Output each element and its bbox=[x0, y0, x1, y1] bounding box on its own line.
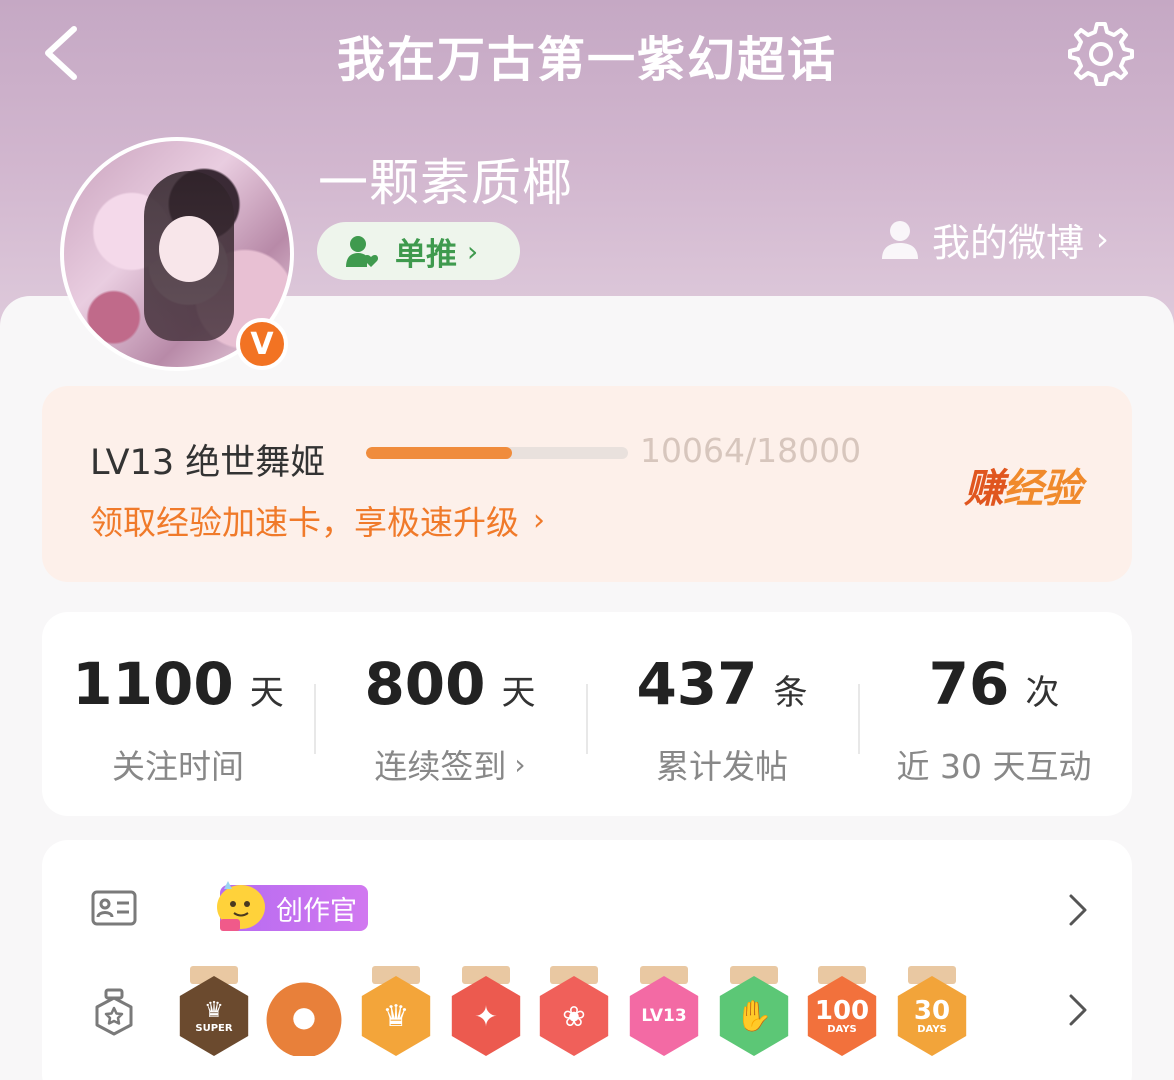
creator-tag[interactable]: 创作官 bbox=[217, 881, 368, 931]
stats-panel: 1100 天 关注时间 800 天 连续签到 › 437 条 累计发帖 76 次… bbox=[42, 612, 1132, 816]
medal-orange-mascot[interactable]: ● bbox=[266, 966, 342, 1056]
medal-2: ♛ bbox=[361, 976, 431, 1056]
level-panel[interactable]: LV13 绝世舞姬 10064/18000 领取经验加速卡，享极速升级 › 赚经… bbox=[42, 386, 1132, 582]
medal-5: LV13 bbox=[629, 976, 699, 1056]
settings-button[interactable] bbox=[1060, 14, 1138, 92]
creator-tag-label: 创作官 bbox=[276, 895, 357, 927]
exp-boost-label: 领取经验加速卡，享极速升级 bbox=[90, 503, 519, 542]
stat-value: 800 bbox=[364, 650, 486, 718]
level-name: LV13 绝世舞姬 bbox=[90, 443, 326, 483]
my-weibo-link[interactable]: 我的微博 › bbox=[878, 212, 1109, 266]
stat-interactions: 76 次 近 30 天互动 bbox=[858, 612, 1130, 816]
username: 一颗素质椰 bbox=[318, 154, 573, 212]
stat-unit: 次 bbox=[1025, 673, 1060, 713]
page-title: 我在万古第一紫幻超话 bbox=[336, 32, 837, 88]
medal-cat-red[interactable]: ❀ bbox=[536, 966, 612, 1056]
stat-label: 连续签到 bbox=[374, 747, 507, 786]
medal-6: ✋ bbox=[719, 976, 789, 1056]
exp-value: 10064/18000 bbox=[640, 431, 862, 470]
stat-unit: 天 bbox=[249, 673, 284, 713]
medal-icon bbox=[95, 988, 133, 1036]
exp-progress-bar bbox=[366, 447, 628, 459]
single-push-label: 单推 bbox=[395, 236, 457, 273]
medal-super-crown[interactable]: ♛ SUPER bbox=[176, 966, 252, 1056]
stat-unit: 天 bbox=[501, 673, 536, 713]
chevron-right-icon[interactable] bbox=[1062, 890, 1092, 930]
chevron-right-icon: › bbox=[514, 747, 526, 781]
stat-value: 437 bbox=[636, 650, 758, 718]
stat-value: 76 bbox=[928, 650, 1010, 718]
stat-value: 1100 bbox=[72, 650, 234, 718]
medal-100-days[interactable]: 100 DAYS bbox=[804, 966, 880, 1056]
stat-follow-time: 1100 天 关注时间 bbox=[42, 612, 314, 816]
exp-progress-fill bbox=[366, 447, 513, 459]
medal-4: ❀ bbox=[539, 976, 609, 1056]
user-icon bbox=[882, 221, 918, 259]
user-heart-icon bbox=[346, 236, 379, 267]
medal-8: 30 DAYS bbox=[897, 976, 967, 1056]
badges-panel: 创作官 ♛ SUPER ● ♛ ✦ ❀ LV13 ✋ 100 DAYS 30 D… bbox=[42, 840, 1132, 1080]
stat-checkin[interactable]: 800 天 连续签到 › bbox=[314, 612, 586, 816]
exp-boost-link[interactable]: 领取经验加速卡，享极速升级 › bbox=[90, 496, 545, 544]
medal-7: 100 DAYS bbox=[807, 976, 877, 1056]
medal-1: ● bbox=[266, 982, 342, 1056]
gear-icon bbox=[1068, 22, 1134, 86]
id-card-icon bbox=[91, 890, 137, 926]
chevron-right-icon: › bbox=[467, 234, 479, 268]
my-weibo-label: 我的微博 bbox=[932, 220, 1085, 265]
earn-exp-button[interactable]: 赚经验 bbox=[964, 456, 1082, 514]
verified-badge: V bbox=[236, 318, 288, 370]
chevron-right-icon: › bbox=[1096, 220, 1109, 258]
stat-label: 累计发帖 bbox=[656, 747, 788, 786]
medal-30-days[interactable]: 30 DAYS bbox=[894, 966, 970, 1056]
medal-0: ♛ SUPER bbox=[179, 976, 249, 1056]
single-push-button[interactable]: 单推 › bbox=[317, 222, 520, 280]
chevron-right-icon: › bbox=[533, 502, 545, 538]
stat-label: 近 30 天互动 bbox=[896, 747, 1092, 786]
chevron-right-icon[interactable] bbox=[1062, 990, 1092, 1030]
mascot-icon bbox=[217, 881, 265, 931]
medal-dragon-red[interactable]: ✦ bbox=[448, 966, 524, 1056]
medal-hand-green[interactable]: ✋ bbox=[716, 966, 792, 1056]
stat-label: 关注时间 bbox=[112, 747, 244, 786]
stat-unit: 条 bbox=[773, 673, 808, 713]
medal-3: ✦ bbox=[451, 976, 521, 1056]
medal-lv13-pink[interactable]: LV13 bbox=[626, 966, 702, 1056]
medal-gold-crown[interactable]: ♛ bbox=[358, 966, 434, 1056]
stat-posts: 437 条 累计发帖 bbox=[586, 612, 858, 816]
